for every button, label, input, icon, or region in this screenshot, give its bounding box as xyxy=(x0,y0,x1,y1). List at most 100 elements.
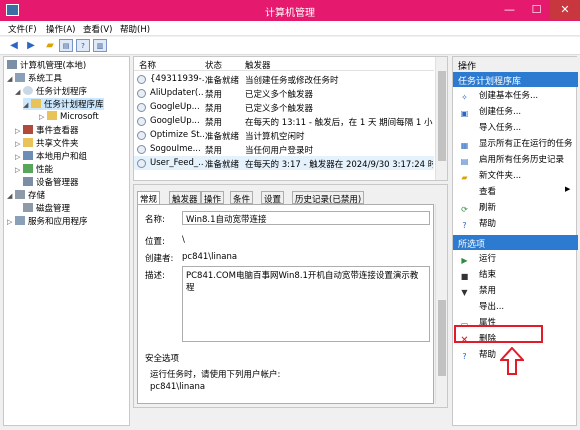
location-label: 位置: xyxy=(145,237,165,247)
maximize-button[interactable]: ☐ xyxy=(523,0,550,20)
library-section-header[interactable]: 任务计划程序库 xyxy=(453,72,578,87)
column-name[interactable]: 名称 xyxy=(139,59,156,71)
forward-arrow-icon[interactable]: ▶ xyxy=(24,39,38,52)
expand-arrow-icon[interactable]: ▷ xyxy=(7,218,15,226)
properties-pane-icon[interactable]: ▥ xyxy=(93,39,107,52)
tab-actions[interactable]: 操作 xyxy=(201,191,225,205)
create-task-action[interactable]: ▣ 创建任务... xyxy=(453,105,578,118)
list-scrollbar[interactable] xyxy=(435,57,447,180)
help-pane-icon[interactable]: ? xyxy=(76,39,90,52)
expand-arrow-icon[interactable]: ▷ xyxy=(15,166,23,174)
detail-scrollbar[interactable] xyxy=(435,204,447,404)
end-action[interactable]: ■ 结束 xyxy=(453,268,578,281)
author-label: 创建者: xyxy=(145,254,174,264)
refresh-action[interactable]: ⟳ 刷新 xyxy=(453,201,578,214)
import-task-action[interactable]: 导入任务... xyxy=(453,121,578,133)
description-label: 描述: xyxy=(145,271,165,281)
selected-section-header[interactable]: 所选项 xyxy=(453,235,578,250)
tree-task-scheduler[interactable]: ◢ 任务计划程序 xyxy=(15,85,87,97)
close-button[interactable]: ✕ xyxy=(550,0,580,20)
tree-shared-folders[interactable]: ▷ 共享文件夹 xyxy=(15,137,79,149)
scrollbar-thumb[interactable] xyxy=(438,300,446,376)
new-folder-action[interactable]: ▰ 新文件夹... xyxy=(453,169,578,182)
table-row[interactable]: GoogleUp... 禁用 已定义多个触发器 xyxy=(134,100,434,114)
collapse-arrow-icon[interactable]: ◢ xyxy=(23,101,31,109)
history-icon: ▤ xyxy=(460,157,469,166)
column-trigger[interactable]: 触发器 xyxy=(245,59,271,71)
task-create-icon: ▣ xyxy=(460,109,469,118)
menu-file[interactable]: 文件(F) xyxy=(8,23,37,35)
expand-arrow-icon[interactable]: ▷ xyxy=(39,113,47,121)
expand-arrow-icon[interactable]: ▷ xyxy=(15,127,23,135)
tree-storage[interactable]: ◢ 存储 xyxy=(7,189,45,201)
task-wand-icon: ✧ xyxy=(461,93,468,102)
tree-disk-management[interactable]: 磁盘管理 xyxy=(23,202,70,214)
event-viewer-icon xyxy=(23,125,33,134)
back-arrow-icon[interactable]: ◀ xyxy=(7,39,21,52)
minimize-button[interactable]: — xyxy=(496,0,523,20)
navigation-tree: 计算机管理(本地) ◢ 系统工具 ◢ 任务计划程序 ◢ 任务计划程序库 ▷ Micros… xyxy=(3,56,130,426)
delete-highlight-box xyxy=(454,325,543,343)
table-row[interactable]: {49311939-... 准备就绪 当创建任务或修改任务时 xyxy=(134,72,434,86)
security-options-heading: 安全选项 xyxy=(145,354,180,364)
tree-local-users[interactable]: ▷ 本地用户和组 xyxy=(15,150,87,162)
running-tasks-icon: ▦ xyxy=(460,141,469,150)
tree-device-manager[interactable]: 设备管理器 xyxy=(23,176,79,188)
menu-help[interactable]: 帮助(H) xyxy=(120,23,150,35)
menu-view[interactable]: 查看(V) xyxy=(83,23,112,35)
tab-triggers[interactable]: 触发器 xyxy=(169,191,201,205)
run-action[interactable]: ▶ 运行 xyxy=(453,252,578,265)
description-field[interactable]: PC841.COM电脑百事网Win8.1开机自动宽带连接设置演示教程 xyxy=(182,266,430,342)
column-status[interactable]: 状态 xyxy=(205,59,222,71)
disable-action[interactable]: ▼ 禁用 xyxy=(453,284,578,297)
performance-icon xyxy=(23,164,33,173)
enable-history-action[interactable]: ▤ 启用所有任务历史记录 xyxy=(453,153,578,166)
users-icon xyxy=(23,151,33,160)
tab-conditions[interactable]: 条件 xyxy=(230,191,254,205)
name-field[interactable]: Win8.1自动宽带连接 xyxy=(182,211,430,225)
table-row[interactable]: SogouIme... 禁用 当任何用户登录时 xyxy=(134,142,434,156)
tree-task-scheduler-library[interactable]: ◢ 任务计划程序库 xyxy=(23,98,104,110)
show-running-tasks-action[interactable]: ▦ 显示所有正在运行的任务 xyxy=(453,137,578,150)
task-list: 名称 状态 触发器 {49311939-... 准备就绪 当创建任务或修改任务时… xyxy=(133,56,448,181)
menu-action[interactable]: 操作(A) xyxy=(46,23,75,35)
expand-arrow-icon[interactable]: ▷ xyxy=(15,140,23,148)
table-row[interactable]: Optimize St... 准备就绪 当计算机空闲时 xyxy=(134,128,434,142)
create-basic-task-action[interactable]: ✧ 创建基本任务... xyxy=(453,89,578,102)
menu-bar: 文件(F) 操作(A) 查看(V) 帮助(H) xyxy=(0,21,580,36)
tree-event-viewer[interactable]: ▷ 事件查看器 xyxy=(15,124,79,136)
tree-microsoft[interactable]: ▷ Microsoft xyxy=(39,111,99,123)
title-bar: 计算机管理 — ☐ ✕ xyxy=(0,0,580,21)
expand-arrow-icon[interactable]: ▷ xyxy=(15,153,23,161)
window-title: 计算机管理 xyxy=(265,8,315,19)
view-action[interactable]: 查看 ▶ xyxy=(453,185,578,197)
list-header: 名称 状态 触发器 xyxy=(134,57,434,71)
table-row[interactable]: AliUpdater(... 禁用 已定义多个触发器 xyxy=(134,86,434,100)
export-action[interactable]: 导出... xyxy=(453,300,578,312)
device-manager-icon xyxy=(23,177,33,186)
tree-services[interactable]: ▷ 服务和应用程序 xyxy=(7,215,88,227)
folder-icon xyxy=(31,99,41,108)
tab-history[interactable]: 历史记录(已禁用) xyxy=(292,191,365,205)
table-row[interactable]: GoogleUp... 禁用 在每天的 13:11 - 触发后，在 1 天 期间… xyxy=(134,114,434,128)
up-arrow-icon xyxy=(500,347,524,375)
table-row[interactable]: User_Feed_... 准备就绪 在每天的 3:17 - 触发器在 2024… xyxy=(134,156,434,170)
help-action[interactable]: ? 帮助 xyxy=(453,217,578,230)
scrollbar-thumb[interactable] xyxy=(438,71,446,161)
storage-icon xyxy=(15,190,25,199)
tab-general[interactable]: 常规 xyxy=(137,191,161,205)
disk-icon xyxy=(23,203,33,212)
folder-up-icon[interactable]: ▰ xyxy=(43,39,57,52)
tree-system-tools[interactable]: ◢ 系统工具 xyxy=(7,72,62,84)
tree-performance[interactable]: ▷ 性能 xyxy=(15,163,53,175)
collapse-arrow-icon[interactable]: ◢ xyxy=(15,88,23,96)
task-icon xyxy=(137,103,146,112)
tree-root[interactable]: 计算机管理(本地) xyxy=(7,59,86,71)
collapse-arrow-icon[interactable]: ◢ xyxy=(7,75,15,83)
show-hide-tree-icon[interactable]: ▤ xyxy=(59,39,73,52)
folder-icon xyxy=(47,111,57,120)
help-icon: ? xyxy=(462,221,467,230)
tab-settings[interactable]: 设置 xyxy=(261,191,285,205)
collapse-arrow-icon[interactable]: ◢ xyxy=(7,192,15,200)
clock-icon xyxy=(23,86,33,95)
